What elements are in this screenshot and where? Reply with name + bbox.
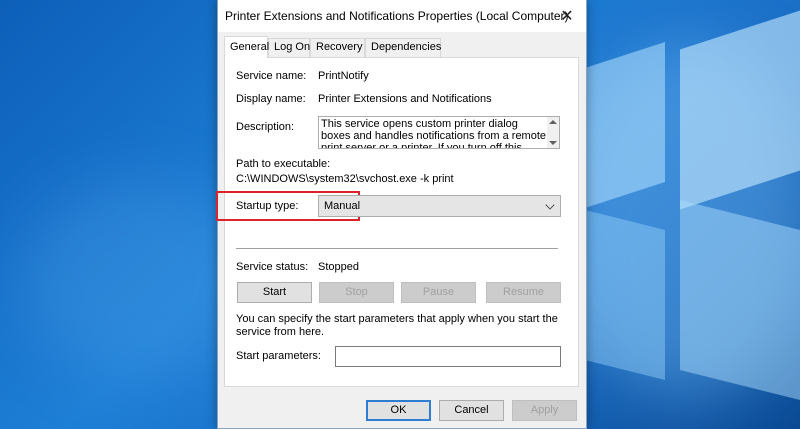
tab-dependencies[interactable]: Dependencies	[365, 38, 441, 57]
tab-recovery[interactable]: Recovery	[310, 38, 365, 57]
chevron-down-icon	[545, 200, 555, 210]
service-name-label: Service name:	[236, 70, 307, 82]
apply-button[interactable]: Apply	[512, 400, 577, 421]
path-label: Path to executable:	[236, 158, 331, 170]
ok-button[interactable]: OK	[366, 400, 431, 421]
windows-logo-pane	[680, 200, 800, 400]
display-name-label: Display name:	[236, 93, 306, 105]
path-value: C:\WINDOWS\system32\svchost.exe -k print	[236, 173, 454, 185]
scroll-down-icon[interactable]	[549, 141, 557, 145]
cancel-button[interactable]: Cancel	[439, 400, 504, 421]
startup-type-label: Startup type:	[236, 200, 299, 212]
description-label: Description:	[236, 121, 295, 133]
description-scrollbar[interactable]	[547, 117, 559, 148]
close-button[interactable]: ✕	[548, 0, 586, 32]
start-params-input[interactable]	[335, 346, 561, 367]
start-params-label: Start parameters:	[236, 350, 321, 362]
service-properties-dialog: Printer Extensions and Notifications Pro…	[216, 0, 587, 429]
separator	[236, 248, 558, 249]
startup-type-value: Manual	[321, 197, 361, 215]
close-icon: ✕	[560, 8, 574, 25]
scroll-up-icon[interactable]	[549, 120, 557, 124]
tab-log-on[interactable]: Log On	[268, 38, 310, 57]
service-status-value: Stopped	[318, 261, 359, 273]
description-textbox[interactable]: This service opens custom printer dialog…	[318, 116, 560, 149]
windows-logo-pane	[585, 42, 665, 208]
display-name-value: Printer Extensions and Notifications	[318, 93, 492, 105]
start-params-info: You can specify the start parameters tha…	[236, 313, 558, 338]
description-text: This service opens custom printer dialog…	[321, 118, 547, 149]
stop-button[interactable]: Stop	[319, 282, 394, 303]
pause-button[interactable]: Pause	[401, 282, 476, 303]
window-title: Printer Extensions and Notifications Pro…	[225, 9, 569, 23]
resume-button[interactable]: Resume	[486, 282, 561, 303]
title-bar[interactable]: Printer Extensions and Notifications Pro…	[218, 0, 586, 32]
startup-type-dropdown[interactable]: Manual	[318, 195, 561, 217]
tab-general[interactable]: General	[224, 36, 269, 58]
service-name-value: PrintNotify	[318, 70, 369, 82]
service-status-label: Service status:	[236, 261, 309, 273]
general-tab-panel: Service name: PrintNotify Display name: …	[216, 57, 579, 387]
windows-logo-pane	[585, 210, 665, 380]
start-button[interactable]: Start	[237, 282, 312, 303]
